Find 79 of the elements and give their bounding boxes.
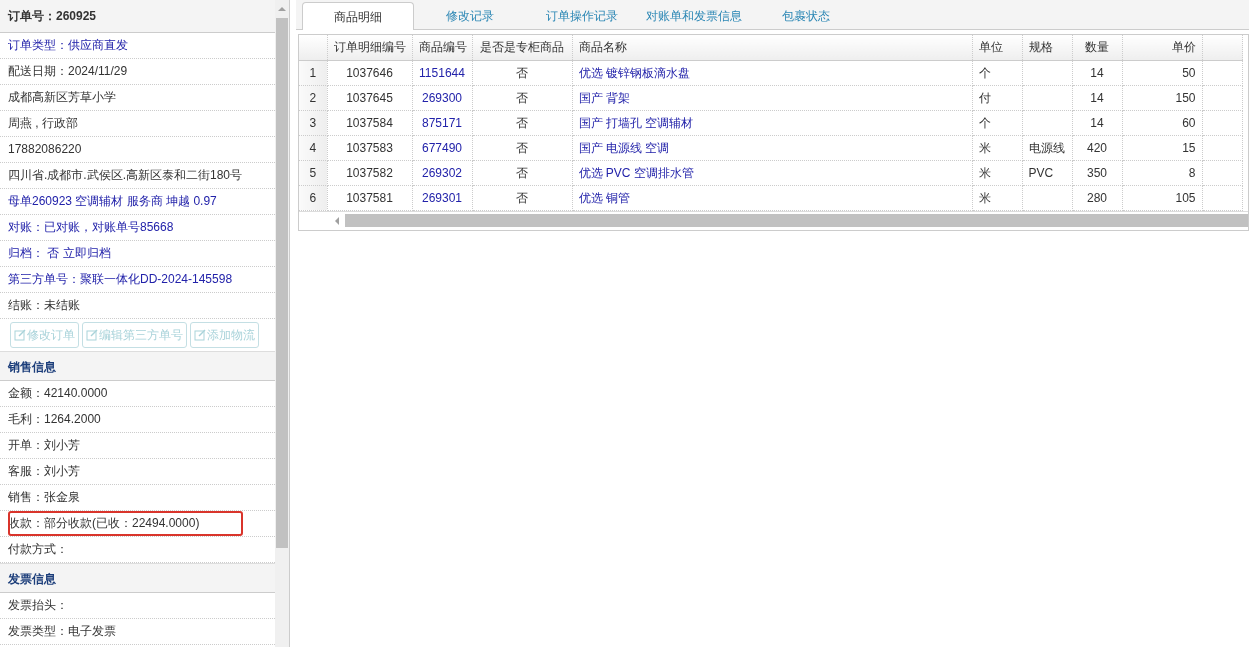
table-cell: 电源线 (1022, 135, 1072, 160)
table-cell: 个 (972, 60, 1022, 85)
table-cell: 否 (472, 135, 572, 160)
table-cell: 米 (972, 135, 1022, 160)
info-text: 销售：张金泉 (8, 490, 80, 504)
product-link[interactable]: 国产 背架 (572, 85, 972, 110)
scroll-up-icon[interactable] (278, 6, 286, 12)
tab[interactable]: 对账单和发票信息 (638, 2, 750, 29)
tab[interactable]: 商品明细 (302, 2, 414, 30)
table-cell: 50 (1122, 60, 1202, 85)
row-number: 3 (299, 110, 327, 135)
table-cell: 个 (972, 110, 1022, 135)
table-cell: 否 (472, 185, 572, 210)
row-number: 2 (299, 85, 327, 110)
table-cell: 否 (472, 160, 572, 185)
table-cell: 60 (1122, 110, 1202, 135)
product-link[interactable]: 优选 铜管 (572, 185, 972, 210)
product-link[interactable]: 269301 (412, 185, 472, 210)
tab[interactable]: 包裹状态 (750, 2, 862, 29)
table-cell: 1037584 (327, 110, 412, 135)
product-link[interactable]: 优选 PVC 空调排水管 (572, 160, 972, 185)
row-number: 4 (299, 135, 327, 160)
info-text: 毛利：1264.2000 (8, 412, 101, 426)
table-cell: 14 (1072, 110, 1122, 135)
table-cell: 150 (1122, 85, 1202, 110)
row-number: 6 (299, 185, 327, 210)
table-cell: 280 (1072, 185, 1122, 210)
table-cell: 1037645 (327, 85, 412, 110)
tab[interactable]: 修改记录 (414, 2, 526, 29)
product-link[interactable]: 优选 镀锌钢板滴水盘 (572, 60, 972, 85)
table-cell: 1037646 (327, 60, 412, 85)
order-number-title: 订单号：260925 (0, 0, 276, 33)
product-link[interactable]: 国产 电源线 空调 (572, 135, 972, 160)
table-cell: PVC (1022, 160, 1072, 185)
table-cell: 否 (472, 85, 572, 110)
column-header[interactable]: 数量 (1072, 35, 1122, 60)
table-cell: 1037581 (327, 185, 412, 210)
product-link[interactable]: 269300 (412, 85, 472, 110)
edit-icon (194, 329, 206, 341)
edit-icon (14, 329, 26, 341)
column-header[interactable]: 是否是专柜商品 (472, 35, 572, 60)
column-header[interactable]: 单位 (972, 35, 1022, 60)
product-link[interactable]: 1151644 (412, 60, 472, 85)
table-cell: 15 (1122, 135, 1202, 160)
info-text: 付款方式： (8, 542, 68, 556)
edit-icon (86, 329, 98, 341)
tab[interactable]: 订单操作记录 (526, 2, 638, 29)
column-header[interactable]: 订单明细编号 (327, 35, 412, 60)
table-cell: 1037582 (327, 160, 412, 185)
table-cell: 米 (972, 185, 1022, 210)
scrollbar-thumb[interactable] (276, 18, 288, 548)
info-text: 客服：刘小芳 (8, 464, 80, 478)
product-link[interactable]: 国产 打墙孔 空调辅材 (572, 110, 972, 135)
row-number: 5 (299, 160, 327, 185)
info-text: 金额：42140.0000 (8, 386, 108, 400)
column-header[interactable]: 规格 (1022, 35, 1072, 60)
highlighted-info-text: 收款：部分收款(已收：22494.0000) (8, 511, 243, 536)
table-cell: 14 (1072, 60, 1122, 85)
column-header[interactable]: 商品名称 (572, 35, 972, 60)
table-cell: 14 (1072, 85, 1122, 110)
table-cell: 否 (472, 110, 572, 135)
product-link[interactable]: 677490 (412, 135, 472, 160)
table-cell: 1037583 (327, 135, 412, 160)
scrollbar-thumb[interactable] (345, 214, 1248, 227)
product-link[interactable]: 269302 (412, 160, 472, 185)
table-cell: 105 (1122, 185, 1202, 210)
section-title: 销售信息 (0, 351, 276, 381)
table-cell: 付 (972, 85, 1022, 110)
column-header[interactable]: 商品编号 (412, 35, 472, 60)
row-number: 1 (299, 60, 327, 85)
table-cell: 米 (972, 160, 1022, 185)
column-header[interactable]: 单价 (1122, 35, 1202, 60)
table-cell: 8 (1122, 160, 1202, 185)
table-cell: 420 (1072, 135, 1122, 160)
product-link[interactable]: 875171 (412, 110, 472, 135)
table-cell: 否 (472, 60, 572, 85)
section-title: 发票信息 (0, 563, 276, 593)
info-text: 开单：刘小芳 (8, 438, 80, 452)
table-cell: 350 (1072, 160, 1122, 185)
